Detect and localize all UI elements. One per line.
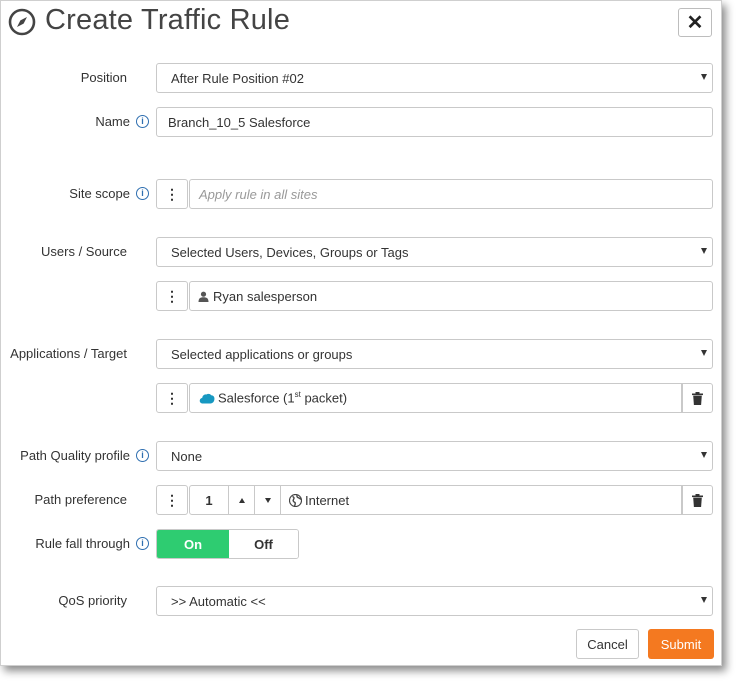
user-tag-field[interactable]: Ryan salesperson [189, 281, 713, 311]
chevron-down-icon [701, 452, 707, 458]
qos-priority-select[interactable]: >> Automatic << [156, 586, 713, 616]
qos-priority-select-value: >> Automatic << [171, 593, 266, 609]
toggle-on-option[interactable]: On [157, 530, 229, 558]
create-traffic-rule-dialog: Create Traffic Rule ✕ Position After Rul… [0, 0, 722, 666]
site-scope-input[interactable]: Apply rule in all sites [189, 179, 713, 209]
dialog-title: Create Traffic Rule [45, 4, 291, 36]
path-quality-label: Path Quality profile i [20, 448, 149, 463]
move-up-button[interactable] [228, 485, 255, 515]
close-icon: ✕ [686, 12, 704, 34]
caret-down-icon [264, 497, 271, 503]
path-preference-field[interactable]: Internet [280, 485, 682, 515]
path-quality-select-value: None [171, 448, 203, 464]
info-icon[interactable]: i [136, 449, 149, 463]
kebab-menu-icon: ⋮ [165, 390, 179, 406]
globe-icon [289, 493, 302, 507]
chevron-down-icon [701, 350, 707, 356]
position-label: Position [80, 70, 127, 85]
trash-icon [692, 391, 703, 405]
kebab-menu-icon: ⋮ [165, 288, 179, 304]
rule-fall-through-toggle[interactable]: On Off [156, 529, 299, 559]
site-scope-placeholder: Apply rule in all sites [199, 186, 318, 202]
move-down-button[interactable] [254, 485, 281, 515]
info-icon[interactable]: i [136, 115, 149, 129]
name-input-value: Branch_10_5 Salesforce [168, 114, 311, 130]
chevron-down-icon [701, 597, 707, 603]
info-icon[interactable]: i [136, 187, 149, 201]
kebab-menu-icon: ⋮ [165, 492, 179, 508]
compass-icon [8, 8, 36, 36]
info-icon[interactable]: i [136, 537, 149, 551]
site-scope-label-text: Site scope [69, 186, 130, 201]
position-select-value: After Rule Position #02 [171, 70, 304, 86]
applications-menu-button[interactable]: ⋮ [156, 383, 188, 413]
users-source-select[interactable]: Selected Users, Devices, Groups or Tags [156, 237, 713, 267]
rule-fall-through-label: Rule fall through i [35, 536, 149, 551]
path-preference-value: Internet [305, 492, 350, 508]
toggle-off-option[interactable]: Off [229, 530, 298, 558]
application-tag-field[interactable]: Salesforce (1st packet) [189, 383, 682, 413]
rule-fall-through-label-text: Rule fall through [35, 536, 130, 551]
delete-application-button[interactable] [682, 383, 713, 413]
users-source-label: Users / Source [41, 244, 127, 259]
trash-icon [692, 493, 703, 507]
chevron-down-icon [701, 248, 707, 254]
applications-target-label: Applications / Target [10, 346, 127, 361]
users-menu-button[interactable]: ⋮ [156, 281, 188, 311]
delete-path-button[interactable] [682, 485, 713, 515]
user-tag-label: Ryan salesperson [213, 288, 318, 304]
caret-up-icon [238, 497, 245, 503]
name-label: Name i [95, 114, 149, 129]
chevron-down-icon [701, 74, 707, 80]
applications-select-value: Selected applications or groups [171, 346, 353, 362]
position-select[interactable]: After Rule Position #02 [156, 63, 713, 93]
qos-priority-label: QoS priority [58, 593, 127, 608]
path-preference-number-input[interactable]: 1 [189, 485, 229, 515]
path-quality-select[interactable]: None [156, 441, 713, 471]
submit-button[interactable]: Submit [648, 629, 714, 659]
kebab-menu-icon: ⋮ [165, 186, 179, 202]
path-quality-label-text: Path Quality profile [20, 448, 130, 463]
close-button[interactable]: ✕ [678, 8, 712, 37]
applications-select[interactable]: Selected applications or groups [156, 339, 713, 369]
path-preference-label: Path preference [34, 492, 127, 507]
name-input[interactable]: Branch_10_5 Salesforce [156, 107, 713, 137]
path-preference-menu-button[interactable]: ⋮ [156, 485, 188, 515]
site-scope-label: Site scope i [69, 186, 149, 201]
application-tag-label: Salesforce (1st packet) [218, 390, 348, 406]
users-source-select-value: Selected Users, Devices, Groups or Tags [171, 244, 409, 260]
salesforce-cloud-icon [199, 393, 215, 403]
user-icon [198, 291, 209, 302]
site-scope-menu-button[interactable]: ⋮ [156, 179, 188, 209]
name-label-text: Name [95, 114, 130, 129]
cancel-button[interactable]: Cancel [576, 629, 639, 659]
